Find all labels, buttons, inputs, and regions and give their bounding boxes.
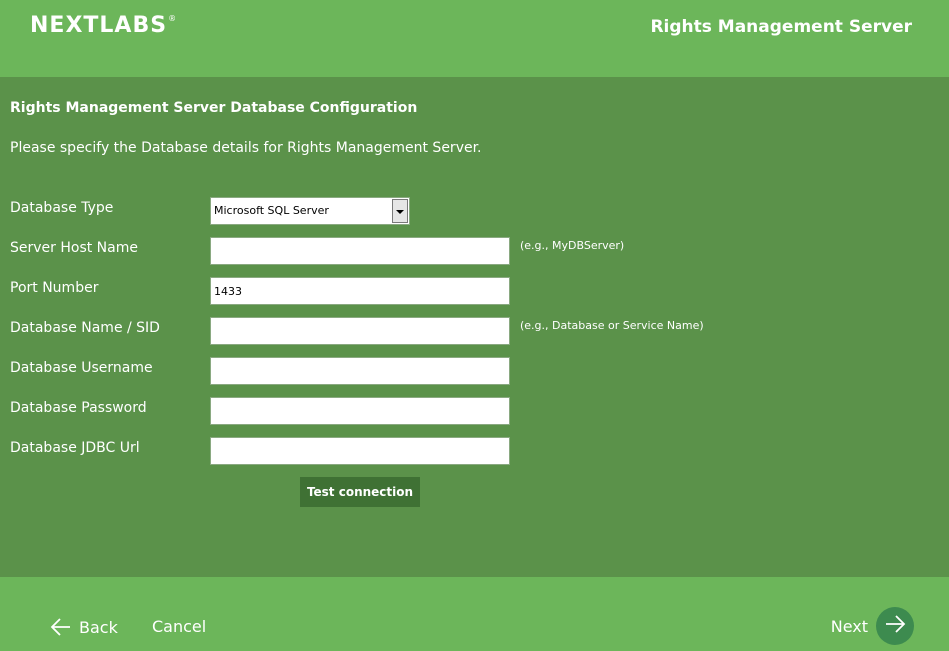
- next-label: Next: [830, 616, 868, 636]
- section-title: Rights Management Server Database Config…: [10, 100, 418, 116]
- registered-mark: ®: [168, 14, 177, 23]
- app-title: Rights Management Server: [650, 17, 912, 37]
- database-password-input[interactable]: [210, 397, 510, 425]
- database-username-label: Database Username: [10, 360, 153, 376]
- arrow-right-icon: [884, 613, 906, 639]
- database-name-hint: (e.g., Database or Service Name): [520, 319, 704, 332]
- database-username-input[interactable]: [210, 357, 510, 385]
- nextlabs-logo: NEXTLABS®: [30, 13, 176, 38]
- database-jdbc-url-label: Database JDBC Url: [10, 440, 140, 456]
- arrow-left-icon: [50, 616, 72, 638]
- cancel-button[interactable]: Cancel: [152, 613, 206, 641]
- back-label: Back: [79, 617, 118, 637]
- server-host-name-label: Server Host Name: [10, 240, 138, 256]
- database-jdbc-url-input[interactable]: [210, 437, 510, 465]
- logo-text: NEXTLABS: [30, 13, 168, 38]
- installer-window: NEXTLABS® Rights Management Server Right…: [0, 0, 949, 651]
- chevron-down-icon[interactable]: [392, 199, 408, 223]
- next-circle[interactable]: [876, 607, 914, 645]
- database-name-input[interactable]: [210, 317, 510, 345]
- port-number-input[interactable]: [210, 277, 510, 305]
- next-button[interactable]: Next: [831, 607, 914, 645]
- test-connection-button[interactable]: Test connection: [300, 477, 420, 507]
- database-type-select[interactable]: Microsoft SQL Server: [210, 197, 410, 225]
- database-type-value: Microsoft SQL Server: [214, 204, 329, 217]
- database-password-label: Database Password: [10, 400, 147, 416]
- port-number-label: Port Number: [10, 280, 99, 296]
- footer-bar: Back Cancel Next: [0, 577, 949, 651]
- database-type-label: Database Type: [10, 200, 114, 216]
- header-bar: NEXTLABS® Rights Management Server: [0, 0, 949, 77]
- intro-text: Please specify the Database details for …: [10, 140, 482, 156]
- server-host-name-hint: (e.g., MyDBServer): [520, 239, 625, 252]
- back-button[interactable]: Back: [50, 613, 118, 641]
- main-panel: Rights Management Server Database Config…: [0, 77, 949, 577]
- database-name-label: Database Name / SID: [10, 320, 160, 336]
- server-host-name-input[interactable]: [210, 237, 510, 265]
